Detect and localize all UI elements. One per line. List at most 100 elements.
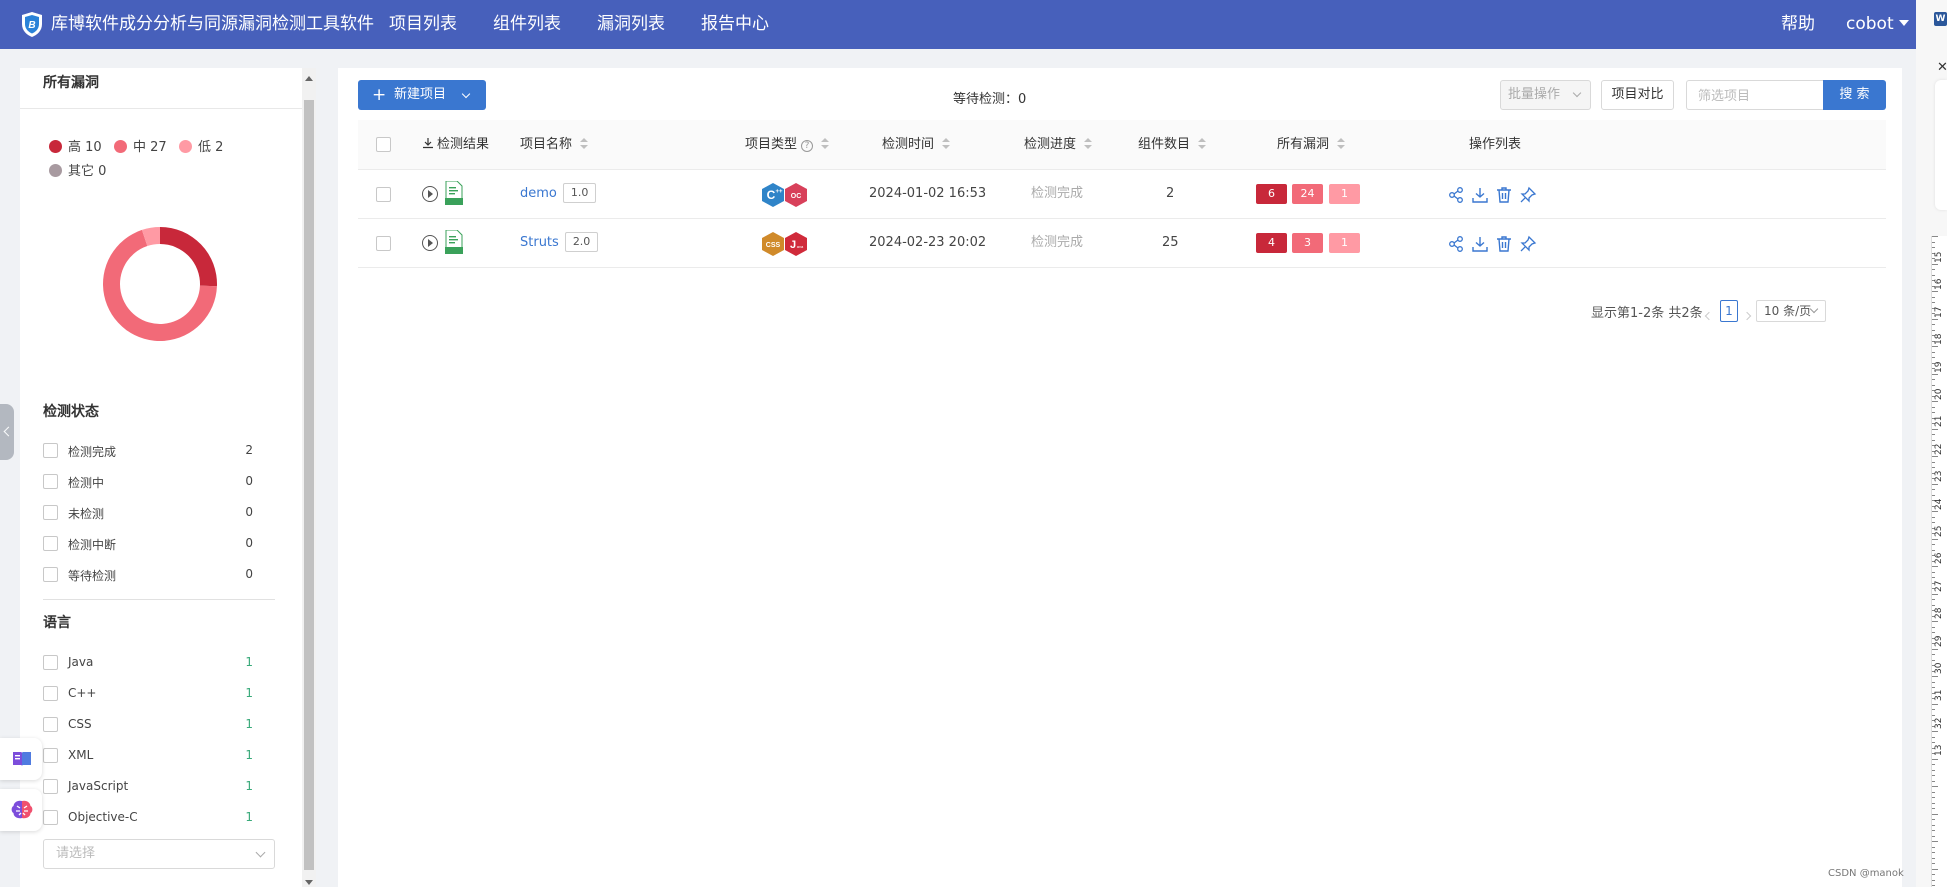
help-link[interactable]: 帮助 [1781,0,1815,49]
checkbox[interactable] [43,717,58,732]
close-icon[interactable]: ✕ [1937,60,1947,75]
ruler-tick [1932,714,1935,716]
next-page-icon[interactable] [1742,311,1752,321]
lang-filter-xml[interactable]: XML 1 [43,746,253,766]
status-filter-done[interactable]: 检测完成 2 [43,441,253,461]
legend-low[interactable]: 低 2 [179,136,223,155]
checkbox[interactable] [43,779,58,794]
ruler-tick [1932,841,1938,842]
row-checkbox[interactable] [376,236,391,251]
checkbox[interactable] [43,567,58,582]
report-file-icon[interactable] [445,181,463,205]
compare-projects-button[interactable]: 项目对比 [1601,80,1674,110]
ruler-tick [1932,813,1938,815]
col-all-vulns[interactable]: 所有漏洞 [1277,120,1346,170]
user-menu[interactable]: cobot [1846,0,1909,49]
sort-icon[interactable] [1337,138,1346,150]
share-icon[interactable] [1447,186,1465,204]
sort-icon[interactable] [942,138,951,150]
filter-panel-scrollbar[interactable] [302,68,316,887]
sort-icon[interactable] [580,138,589,150]
help-circle-icon[interactable]: ? [801,140,814,152]
scrollbar-thumb[interactable] [304,100,314,870]
pin-icon[interactable] [1519,235,1537,253]
ruler-tick [1932,593,1938,595]
project-search-input[interactable] [1686,80,1823,110]
vuln-high-badge[interactable]: 4 [1256,233,1287,253]
nav-vuln-list[interactable]: 漏洞列表 [597,0,665,49]
play-scan-icon[interactable] [422,186,438,202]
nav-report-center[interactable]: 报告中心 [701,0,769,49]
checkbox[interactable] [43,655,58,670]
row-checkbox[interactable] [376,187,391,202]
collapse-sidebar-button[interactable] [0,404,14,460]
delete-icon[interactable] [1495,235,1513,253]
ruler-tick [1932,577,1935,578]
nav-project-list[interactable]: 项目列表 [389,0,457,49]
caret-down-icon [1898,20,1909,26]
checkbox[interactable] [43,748,58,763]
vuln-low-badge[interactable]: 1 [1329,184,1360,204]
status-filter-interrupted[interactable]: 检测中断 0 [43,534,253,554]
delete-icon[interactable] [1495,186,1513,204]
sort-icon[interactable] [1198,138,1207,150]
download-icon[interactable] [1471,235,1489,253]
legend-high[interactable]: 高 10 [49,136,102,155]
status-filter-running[interactable]: 检测中 0 [43,472,253,492]
select-all-checkbox[interactable] [376,137,391,152]
donut-slice-0[interactable] [160,227,217,287]
download-icon[interactable] [1471,186,1489,204]
vuln-medium-badge[interactable]: 24 [1292,184,1323,204]
checkbox[interactable] [43,505,58,520]
new-project-button[interactable]: + 新建项目 [358,80,486,110]
col-project-name[interactable]: 项目名称 [520,120,589,170]
vuln-medium-badge[interactable]: 3 [1292,233,1323,253]
sort-icon[interactable] [1084,138,1093,150]
status-filter-waiting[interactable]: 等待检测 0 [43,565,253,585]
checkbox[interactable] [43,810,58,825]
guide-book-button[interactable] [0,738,42,780]
language-select[interactable]: 请选择 [43,839,275,869]
ruler-tick [1932,775,1935,776]
scroll-down-arrow-icon[interactable] [305,880,313,885]
status-filter-not-run[interactable]: 未检测 0 [43,503,253,523]
word-icon[interactable]: W [1934,12,1947,26]
lang-filter-objective-c[interactable]: Objective-C 1 [43,808,253,828]
search-button[interactable]: 搜 索 [1823,80,1886,110]
vuln-high-badge[interactable]: 6 [1256,184,1287,204]
share-icon[interactable] [1447,235,1465,253]
page-number-button[interactable]: 1 [1720,300,1738,322]
sort-icon[interactable] [821,138,830,150]
vuln-low-badge[interactable]: 1 [1329,233,1360,253]
checkbox[interactable] [43,536,58,551]
col-result[interactable]: 检测结果 [422,120,489,170]
checkbox[interactable] [43,686,58,701]
col-scan-time[interactable]: 检测时间 [882,120,951,170]
ruler-tick [1932,351,1935,353]
scroll-up-arrow-icon[interactable] [305,76,313,81]
ai-assistant-button[interactable] [0,789,42,831]
batch-operation-dropdown[interactable]: 批量操作 [1500,80,1591,110]
col-project-type[interactable]: 项目类型? [745,120,830,170]
shield-logo-icon[interactable]: B [20,11,44,38]
ruler-tick [1932,604,1935,606]
project-name-link[interactable]: demo [520,186,557,201]
checkbox[interactable] [43,474,58,489]
report-file-icon[interactable] [445,230,463,254]
play-scan-icon[interactable] [422,235,438,251]
legend-medium[interactable]: 中 27 [114,136,167,155]
lang-filter-css[interactable]: CSS 1 [43,715,253,735]
nav-component-list[interactable]: 组件列表 [493,0,561,49]
checkbox[interactable] [43,443,58,458]
pin-icon[interactable] [1519,186,1537,204]
lang-filter-java[interactable]: Java 1 [43,653,253,673]
col-progress[interactable]: 检测进度 [1024,120,1093,170]
col-component-count[interactable]: 组件数目 [1138,120,1207,170]
page-size-select[interactable]: 10 条/页 [1756,300,1826,322]
ruler-number: 22 [1934,443,1944,455]
legend-other[interactable]: 其它 0 [49,160,106,179]
project-name-link[interactable]: Struts [520,235,559,250]
prev-page-icon[interactable] [1704,311,1714,321]
lang-filter-cpp[interactable]: C++ 1 [43,684,253,704]
lang-filter-javascript[interactable]: JavaScript 1 [43,777,253,797]
